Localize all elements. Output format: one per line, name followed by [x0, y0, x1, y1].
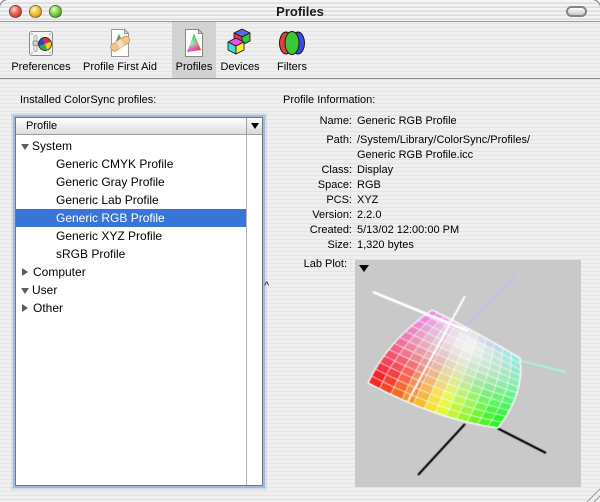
devices-icon	[225, 26, 255, 59]
info-row-space: Space: RGB	[283, 178, 583, 193]
toolbar-item-devices[interactable]: Devices	[216, 22, 264, 78]
info-row-created: Created: 5/13/02 12:00:00 PM	[283, 223, 583, 238]
tree-row-generic-rgb-selected[interactable]: Generic RGB Profile	[16, 209, 246, 227]
tree-row-computer[interactable]: Computer	[16, 263, 246, 281]
column-header-menu-button[interactable]	[246, 118, 262, 134]
disclosure-open-icon[interactable]	[21, 288, 29, 294]
toolbar-toggle-button[interactable]	[566, 6, 587, 17]
tree-row-generic-xyz[interactable]: Generic XYZ Profile	[16, 227, 246, 245]
toolbar-label-devices: Devices	[220, 61, 259, 74]
tree-row-label: System	[32, 139, 72, 153]
tree-row-generic-cmyk[interactable]: Generic CMYK Profile	[16, 155, 246, 173]
column-header-label: Profile	[16, 118, 246, 134]
tree-row-label: Generic RGB Profile	[56, 211, 165, 225]
installed-profiles-heading: Installed ColorSync profiles:	[20, 94, 156, 106]
tree-row-srgb[interactable]: sRGB Profile	[16, 245, 246, 263]
toolbar: Preferences	[0, 22, 600, 79]
window-title: Profiles	[0, 4, 600, 19]
window-resize-grip[interactable]	[584, 486, 600, 502]
profile-info-fields: Name: Generic RGB Profile Path: /System/…	[283, 114, 583, 253]
tree-row-system[interactable]: System	[16, 137, 246, 155]
toolbar-item-profile-first-aid[interactable]: Profile First Aid	[74, 22, 166, 78]
toolbar-label-profiles: Profiles	[176, 61, 213, 74]
profiles-icon	[182, 26, 206, 59]
tree-row-label: Other	[33, 301, 63, 315]
info-value-path: /System/Library/ColorSync/Profiles/ Gene…	[357, 133, 583, 163]
profiles-tree: System Generic CMYK Profile Generic Gray…	[16, 135, 246, 485]
tree-row-user[interactable]: User	[16, 281, 246, 299]
plot-disclosure-triangle-icon[interactable]	[359, 265, 369, 272]
profile-information-heading: Profile Information:	[283, 94, 375, 106]
tree-row-label: Generic XYZ Profile	[56, 229, 162, 243]
tree-row-generic-lab[interactable]: Generic Lab Profile	[16, 191, 246, 209]
info-row-name: Name: Generic RGB Profile	[283, 114, 583, 129]
info-row-version: Version: 2.2.0	[283, 208, 583, 223]
info-row-size: Size: 1,320 bytes	[283, 238, 583, 253]
profile-first-aid-icon	[107, 26, 133, 59]
colorsync-window: Profiles	[0, 0, 600, 502]
info-value-name: Generic RGB Profile	[357, 114, 583, 129]
toolbar-label-profile-first-aid: Profile First Aid	[83, 61, 157, 74]
toolbar-label-preferences: Preferences	[11, 61, 70, 74]
filters-icon	[276, 26, 308, 59]
disclosure-closed-icon[interactable]	[22, 268, 28, 276]
preferences-icon	[28, 26, 54, 59]
tree-row-label: User	[32, 283, 57, 297]
disclosure-closed-icon[interactable]	[22, 304, 28, 312]
info-row-path: Path: /System/Library/ColorSync/Profiles…	[283, 133, 583, 163]
info-value-size: 1,320 bytes	[357, 238, 583, 253]
tree-row-label: sRGB Profile	[56, 247, 125, 261]
toolbar-item-filters[interactable]: Filters	[264, 22, 320, 78]
tree-row-other[interactable]: Other	[16, 299, 246, 317]
chevron-down-icon	[251, 123, 259, 129]
info-value-pcs: XYZ	[357, 193, 583, 208]
tree-row-generic-gray[interactable]: Generic Gray Profile	[16, 173, 246, 191]
lab-plot-area	[355, 260, 581, 487]
info-value-created: 5/13/02 12:00:00 PM	[357, 223, 583, 238]
toolbar-item-profiles[interactable]: Profiles	[172, 22, 216, 78]
titlebar: Profiles	[0, 0, 600, 22]
list-column-header[interactable]: Profile	[16, 118, 262, 135]
lab-plot-canvas[interactable]	[355, 260, 581, 487]
info-value-class: Display	[357, 163, 583, 178]
pane-splitter-handle[interactable]: ^	[264, 281, 269, 290]
lab-plot-label: Lab Plot:	[283, 258, 347, 270]
disclosure-open-icon[interactable]	[21, 144, 29, 150]
tree-row-label: Computer	[33, 265, 86, 279]
vertical-scrollbar[interactable]	[246, 135, 262, 485]
profiles-list: Profile System Generic CMYK Profile Gene…	[15, 117, 263, 486]
toolbar-item-preferences[interactable]: Preferences	[8, 22, 74, 78]
tree-row-label: Generic Gray Profile	[56, 175, 165, 189]
tree-row-label: Generic CMYK Profile	[56, 157, 173, 171]
info-value-version: 2.2.0	[357, 208, 583, 223]
info-row-pcs: PCS: XYZ	[283, 193, 583, 208]
info-value-space: RGB	[357, 178, 583, 193]
tree-row-label: Generic Lab Profile	[56, 193, 159, 207]
info-row-class: Class: Display	[283, 163, 583, 178]
toolbar-label-filters: Filters	[277, 61, 307, 74]
